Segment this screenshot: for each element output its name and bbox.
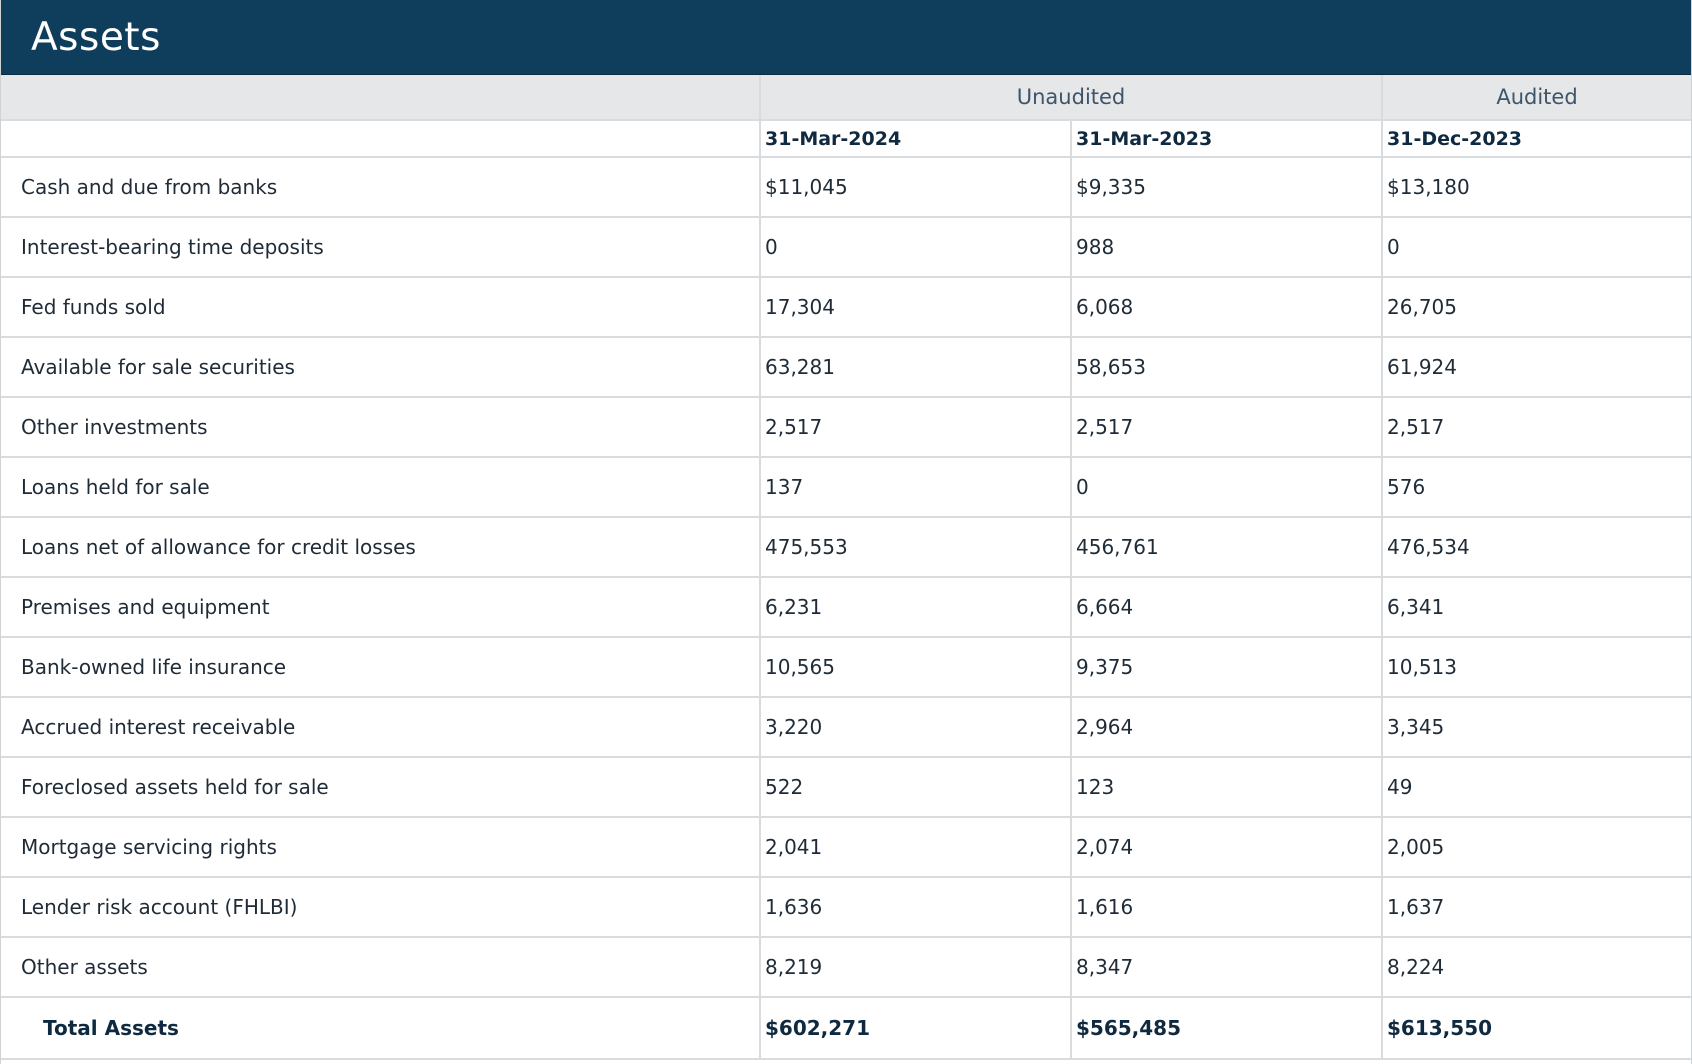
row-value: 26,705 [1381,276,1692,338]
row-value: $13,180 [1381,156,1692,218]
row-value: 0 [1381,216,1692,278]
row-value: 137 [759,456,1072,518]
row-value: 8,219 [759,936,1072,998]
row-label: Accrued interest receivable [1,696,761,758]
page-title: Assets [31,14,161,60]
row-label: Interest-bearing time deposits [1,216,761,278]
table-row: Premises and equipment 6,231 6,664 6,341 [1,576,1692,638]
row-value: 3,220 [759,696,1072,758]
row-value: $9,335 [1069,156,1384,218]
row-value: 3,345 [1381,696,1692,758]
row-value: 9,375 [1069,636,1384,698]
table-row: Accrued interest receivable 3,220 2,964 3,3… [1,696,1692,758]
column-group-unaudited: Unaudited [758,75,1384,121]
table-row: Other investments 2,517 2,517 2,517 [1,396,1692,458]
row-value: 2,074 [1069,816,1384,878]
table-row: Foreclosed assets held for sale 522 123 49 [1,756,1692,818]
table-row: Mortgage servicing rights 2,041 2,074 2,005 [1,816,1692,878]
assets-table-panel: Assets Unaudited Audited 31-Mar-2024 31-… [0,0,1692,1064]
table-body: Cash and due from banks $11,045 $9,335 $13,… [1,156,1692,1060]
row-value: 476,534 [1381,516,1692,578]
row-value: 6,664 [1069,576,1384,638]
column-group-empty [1,75,761,121]
row-value: 10,565 [759,636,1072,698]
row-label: Other assets [1,936,761,998]
row-label: Mortgage servicing rights [1,816,761,878]
column-header-date: 31-Mar-2023 [1069,119,1384,158]
table-row: Interest-bearing time deposits 0 988 0 [1,216,1692,278]
table-row: Lender risk account (FHLBI) 1,636 1,616 1,6… [1,876,1692,938]
column-group-header-row: Unaudited Audited [1,75,1692,121]
column-group-audited: Audited [1381,75,1692,121]
row-value: 2,517 [1069,396,1384,458]
row-value: 988 [1069,216,1384,278]
row-value: 17,304 [759,276,1072,338]
row-value: 6,231 [759,576,1072,638]
row-value: 522 [759,756,1072,818]
row-label: Foreclosed assets held for sale [1,756,761,818]
row-value: 58,653 [1069,336,1384,398]
assets-table: Unaudited Audited 31-Mar-2024 31-Mar-202… [1,75,1692,1060]
row-label: Premises and equipment [1,576,761,638]
row-value: 1,636 [759,876,1072,938]
title-bar: Assets [1,0,1691,75]
total-value: $602,271 [759,996,1072,1060]
row-value: 49 [1381,756,1692,818]
row-value: 2,005 [1381,816,1692,878]
table-row: Cash and due from banks $11,045 $9,335 $13,… [1,156,1692,218]
row-label: Other investments [1,396,761,458]
column-header-label [1,119,761,158]
column-date-header-row: 31-Mar-2024 31-Mar-2023 31-Dec-2023 [1,119,1692,158]
table-row: Loans net of allowance for credit losses… [1,516,1692,578]
row-label: Lender risk account (FHLBI) [1,876,761,938]
row-value: 2,517 [759,396,1072,458]
row-value: 1,616 [1069,876,1384,938]
total-value: $613,550 [1381,996,1692,1060]
row-label: Available for sale securities [1,336,761,398]
row-value: 475,553 [759,516,1072,578]
total-row: Total Assets $602,271 $565,485 $613,550 [1,996,1692,1060]
row-value: 61,924 [1381,336,1692,398]
row-value: $11,045 [759,156,1072,218]
row-label: Bank-owned life insurance [1,636,761,698]
row-label: Cash and due from banks [1,156,761,218]
table-row: Fed funds sold 17,304 6,068 26,705 [1,276,1692,338]
row-value: 6,068 [1069,276,1384,338]
row-label: Loans held for sale [1,456,761,518]
row-label: Loans net of allowance for credit losses [1,516,761,578]
table-row: Other assets 8,219 8,347 8,224 [1,936,1692,998]
total-label: Total Assets [1,996,761,1060]
table-row: Loans held for sale 137 0 576 [1,456,1692,518]
row-value: 123 [1069,756,1384,818]
column-header-date: 31-Mar-2024 [759,119,1072,158]
row-value: 0 [759,216,1072,278]
row-value: 6,341 [1381,576,1692,638]
row-value: 576 [1381,456,1692,518]
column-header-date: 31-Dec-2023 [1381,119,1692,158]
row-value: 8,224 [1381,936,1692,998]
row-value: 63,281 [759,336,1072,398]
row-value: 0 [1069,456,1384,518]
row-value: 2,964 [1069,696,1384,758]
row-value: 8,347 [1069,936,1384,998]
table-row: Bank-owned life insurance 10,565 9,375 10,5… [1,636,1692,698]
total-value: $565,485 [1069,996,1384,1060]
table-row: Available for sale securities 63,281 58,65… [1,336,1692,398]
row-value: 1,637 [1381,876,1692,938]
row-value: 2,041 [759,816,1072,878]
row-value: 10,513 [1381,636,1692,698]
row-value: 2,517 [1381,396,1692,458]
row-value: 456,761 [1069,516,1384,578]
row-label: Fed funds sold [1,276,761,338]
